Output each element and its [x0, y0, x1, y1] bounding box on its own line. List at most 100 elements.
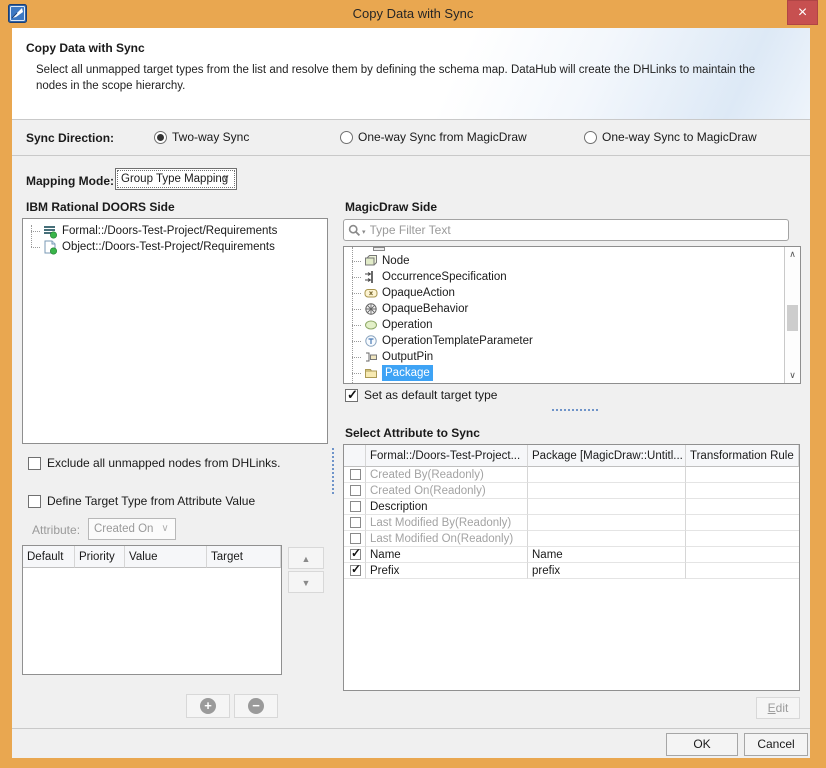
doors-side-title: IBM Rational DOORS Side — [26, 200, 175, 214]
attribute-sync-table[interactable]: Formal::/Doors-Test-Project... Package [… — [343, 444, 800, 691]
list-item-outputpin[interactable]: OutputPin — [352, 349, 782, 365]
attr-rule — [686, 563, 799, 579]
value-mapping-table[interactable]: Default Priority Value Target — [22, 545, 282, 675]
attr-rule — [686, 531, 799, 547]
column-header-target[interactable]: Package [MagicDraw::Untitl... — [528, 445, 686, 467]
attribute-label: Attribute: — [32, 523, 80, 537]
ok-button[interactable]: OK — [666, 733, 738, 756]
list-item-opaqueaction[interactable]: OpaqueAction — [352, 285, 782, 301]
column-header-value[interactable]: Value — [125, 546, 207, 568]
list-item-package[interactable]: Package — [352, 365, 782, 381]
attr-target — [528, 483, 686, 499]
table-row[interactable]: Description — [344, 499, 799, 515]
horizontal-splitter-handle[interactable] — [552, 409, 598, 411]
package-icon — [364, 366, 378, 380]
row-checkbox[interactable] — [350, 533, 361, 544]
remove-row-button[interactable]: − — [234, 694, 278, 718]
list-item-operationtemplateparameter[interactable]: OperationTemplateParameter — [352, 333, 782, 349]
attr-source: Created On(Readonly) — [366, 483, 528, 499]
scrollbar-up-icon[interactable] — [785, 247, 800, 262]
tree-item-label: Formal::/Doors-Test-Project/Requirements — [62, 223, 277, 239]
sync-direction-label: Sync Direction: — [26, 131, 114, 145]
radio-two-way-sync[interactable]: Two-way Sync — [154, 130, 249, 144]
magicdraw-type-list[interactable]: Node OccurrenceSpecification — [343, 246, 801, 384]
table-row[interactable]: Created By(Readonly) — [344, 467, 799, 483]
list-item-occurrencespecification[interactable]: OccurrenceSpecification — [352, 269, 782, 285]
doors-tree-panel[interactable]: Formal::/Doors-Test-Project/Requirements… — [22, 218, 328, 444]
row-checkbox[interactable] — [350, 485, 361, 496]
mapping-mode-value: Group Type Mapping — [121, 173, 228, 185]
list-item-node[interactable]: Node — [352, 253, 782, 269]
scrollbar-down-icon[interactable] — [785, 368, 800, 383]
exclude-unmapped-checkbox[interactable]: Exclude all unmapped nodes from DHLinks. — [28, 456, 280, 470]
radio-icon[interactable] — [584, 131, 597, 144]
define-target-type-checkbox[interactable]: Define Target Type from Attribute Value — [28, 494, 255, 508]
tree-item-formal-module[interactable]: Formal::/Doors-Test-Project/Requirements — [31, 223, 327, 239]
column-header-target[interactable]: Target — [207, 546, 281, 568]
table-row[interactable]: Name Name — [344, 547, 799, 563]
checkbox-icon[interactable] — [28, 457, 41, 470]
object-icon — [43, 240, 58, 255]
row-checkbox[interactable] — [350, 501, 361, 512]
table-row[interactable]: Last Modified By(Readonly) — [344, 515, 799, 531]
radio-icon[interactable] — [154, 131, 167, 144]
radio-one-way-from-magicdraw[interactable]: One-way Sync from MagicDraw — [340, 130, 527, 144]
column-header-default[interactable]: Default — [23, 546, 75, 568]
radio-one-way-to-magicdraw[interactable]: One-way Sync to MagicDraw — [584, 130, 757, 144]
checkbox-icon[interactable] — [345, 389, 358, 402]
radio-icon[interactable] — [340, 131, 353, 144]
chevron-down-icon[interactable] — [219, 169, 233, 189]
type-filter-field[interactable] — [343, 219, 789, 241]
tree-connector — [352, 325, 361, 326]
list-item-label: OutputPin — [382, 349, 433, 365]
formal-module-icon — [43, 224, 58, 239]
output-pin-icon — [364, 350, 378, 364]
operation-icon — [364, 318, 378, 332]
filter-options-caret-icon[interactable] — [362, 228, 366, 236]
list-item-partial[interactable] — [352, 247, 782, 253]
mapping-mode-combobox[interactable]: Group Type Mapping — [115, 168, 237, 190]
row-checkbox[interactable] — [350, 517, 361, 528]
row-checkbox[interactable] — [350, 549, 361, 560]
list-item-operation[interactable]: Operation — [352, 317, 782, 333]
table-row[interactable]: Last Modified On(Readonly) — [344, 531, 799, 547]
radio-label: One-way Sync from MagicDraw — [358, 130, 527, 144]
attr-source: Description — [366, 499, 528, 515]
scrollbar-thumb[interactable] — [787, 305, 798, 331]
column-header-rule[interactable]: Transformation Rule — [686, 445, 799, 467]
list-item-opaquebehavior[interactable]: OpaqueBehavior — [352, 301, 782, 317]
list-item-label: OccurrenceSpecification — [382, 269, 507, 285]
edit-button[interactable]: Edit — [756, 697, 800, 719]
chevron-down-icon — [158, 519, 172, 539]
tree-connector — [352, 293, 361, 294]
set-default-target-checkbox[interactable]: Set as default target type — [345, 388, 497, 402]
move-up-button[interactable]: ▲ — [288, 547, 324, 569]
tree-connector — [352, 261, 361, 262]
table-row[interactable]: Prefix prefix — [344, 563, 799, 579]
tree-connector — [31, 231, 40, 232]
tree-connector — [352, 341, 361, 342]
column-header-priority[interactable]: Priority — [75, 546, 125, 568]
column-header-checkbox[interactable] — [344, 445, 366, 467]
search-icon — [348, 224, 361, 237]
cancel-button[interactable]: Cancel — [744, 733, 808, 756]
attr-source: Last Modified By(Readonly) — [366, 515, 528, 531]
search-input[interactable] — [370, 223, 784, 237]
row-checkbox[interactable] — [350, 565, 361, 576]
move-down-button[interactable]: ▼ — [288, 571, 324, 593]
vertical-splitter-handle[interactable] — [332, 448, 334, 494]
tree-item-object[interactable]: Object::/Doors-Test-Project/Requirements — [31, 239, 327, 255]
attr-table-header: Formal::/Doors-Test-Project... Package [… — [344, 445, 799, 467]
attr-sync-title: Select Attribute to Sync — [345, 426, 480, 440]
column-header-source[interactable]: Formal::/Doors-Test-Project... — [366, 445, 528, 467]
attribute-combobox[interactable]: Created On — [88, 518, 176, 540]
list-scrollbar[interactable] — [784, 247, 800, 383]
titlebar[interactable]: Copy Data with Sync — [0, 0, 826, 28]
row-checkbox[interactable] — [350, 469, 361, 480]
close-icon[interactable] — [787, 0, 818, 25]
add-row-button[interactable]: + — [186, 694, 230, 718]
list-item-label: Node — [382, 253, 410, 269]
checkbox-icon[interactable] — [28, 495, 41, 508]
attr-target: prefix — [528, 563, 686, 579]
table-row[interactable]: Created On(Readonly) — [344, 483, 799, 499]
